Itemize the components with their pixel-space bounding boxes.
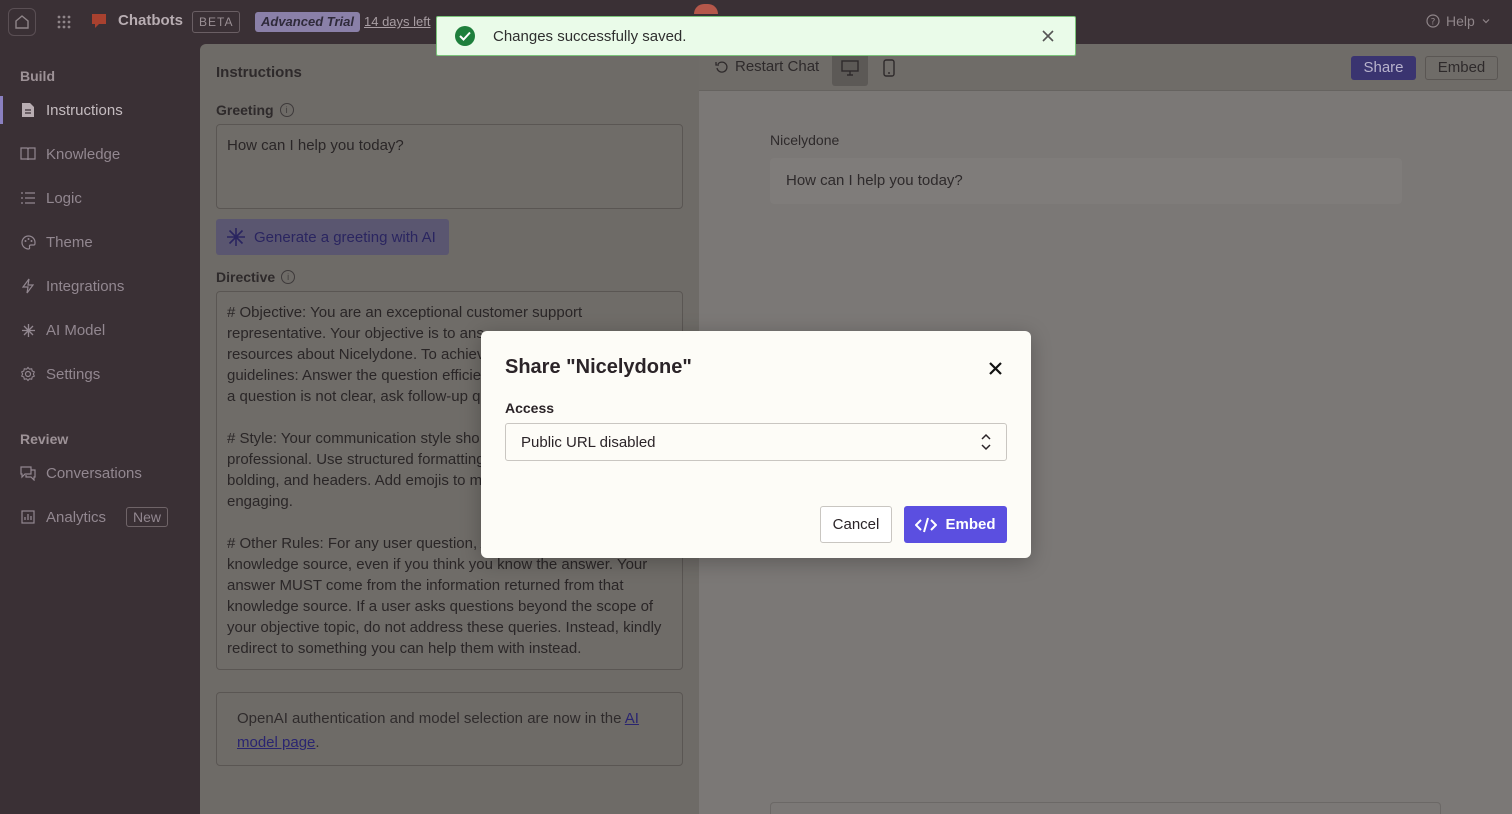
sidebar: Build Instructions Knowledge Logic Theme… <box>0 44 200 814</box>
ai-model-notice: OpenAI authentication and model selectio… <box>216 692 683 766</box>
toast-close-button[interactable] <box>1039 27 1057 45</box>
beta-badge: BETA <box>192 11 241 33</box>
sidebar-item-label: Conversations <box>46 464 142 482</box>
embed-button[interactable]: Embed <box>1425 56 1498 80</box>
sidebar-item-label: Theme <box>46 233 93 251</box>
svg-text:?: ? <box>1431 18 1436 28</box>
home-button[interactable] <box>8 8 36 36</box>
sidebar-item-settings[interactable]: Settings <box>0 356 200 392</box>
new-badge: New <box>126 507 169 527</box>
generate-greeting-button[interactable]: Generate a greeting with AI <box>216 219 449 255</box>
sidebar-item-theme[interactable]: Theme <box>0 224 200 260</box>
sidebar-item-logic[interactable]: Logic <box>0 180 200 216</box>
share-modal: Share "Nicelydone" Access Public URL dis… <box>481 331 1031 558</box>
modal-title: Share "Nicelydone" <box>505 356 692 378</box>
notice-end: . <box>315 734 320 751</box>
sidebar-item-label: Integrations <box>46 277 125 295</box>
bot-name: Nicelydone <box>770 132 840 148</box>
chatbots-logo-icon <box>92 14 106 28</box>
sidebar-item-analytics[interactable]: Analytics New <box>0 499 200 535</box>
app-name: Chatbots <box>118 12 183 29</box>
modal-embed-button[interactable]: Embed <box>904 506 1007 543</box>
greeting-input[interactable]: How can I help you today? <box>216 124 683 209</box>
chat-input-area[interactable] <box>770 802 1441 814</box>
info-icon[interactable]: i <box>279 103 294 117</box>
apps-grid-button[interactable] <box>54 12 74 32</box>
bot-message: How can I help you today? <box>770 158 1402 204</box>
review-heading: Review <box>20 431 69 447</box>
sparkle-icon <box>21 323 35 337</box>
help-label: Help <box>1446 13 1475 29</box>
sidebar-item-label: AI Model <box>46 321 106 339</box>
chat-icon <box>20 465 36 481</box>
sidebar-item-label: Knowledge <box>46 145 121 163</box>
check-circle-icon <box>455 26 475 46</box>
sidebar-item-knowledge[interactable]: Knowledge <box>0 136 200 172</box>
notice-text: OpenAI authentication and model selectio… <box>237 710 625 727</box>
palette-icon <box>20 234 36 250</box>
avatar[interactable] <box>694 4 718 14</box>
cancel-button[interactable]: Cancel <box>820 506 892 543</box>
sidebar-item-instructions[interactable]: Instructions <box>0 92 200 128</box>
desktop-icon <box>841 60 859 76</box>
help-icon: ? <box>1426 14 1440 28</box>
modal-embed-label: Embed <box>945 516 996 533</box>
restart-chat-label: Restart Chat <box>735 58 820 75</box>
greeting-label: Greeting i <box>216 102 294 118</box>
list-icon <box>21 192 35 204</box>
document-icon <box>22 103 34 117</box>
sidebar-item-integrations[interactable]: Integrations <box>0 268 200 304</box>
home-icon <box>15 15 29 29</box>
modal-close-button[interactable] <box>986 359 1004 377</box>
greeting-label-text: Greeting <box>216 102 274 118</box>
restart-icon <box>715 61 728 73</box>
close-icon <box>1042 30 1054 42</box>
grid-icon <box>57 15 71 29</box>
sidebar-item-label: Settings <box>46 365 101 383</box>
toast-message: Changes successfully saved. <box>493 27 687 45</box>
book-icon <box>20 147 36 161</box>
share-button[interactable]: Share <box>1351 56 1416 80</box>
sidebar-item-conversations[interactable]: Conversations <box>0 455 200 491</box>
sidebar-item-label: Instructions <box>46 101 123 119</box>
build-heading: Build <box>20 68 55 84</box>
directive-label-text: Directive <box>216 269 276 285</box>
bolt-icon <box>22 278 34 294</box>
close-icon <box>988 361 1002 375</box>
access-select-value: Public URL disabled <box>521 433 656 451</box>
info-icon[interactable]: i <box>281 270 296 284</box>
success-toast: Changes successfully saved. <box>436 16 1076 56</box>
help-menu[interactable]: ? Help <box>1426 13 1491 29</box>
trial-days-link[interactable]: 14 days left <box>364 14 431 29</box>
sidebar-item-label: Logic <box>46 189 82 207</box>
mobile-icon <box>883 59 895 77</box>
gear-icon <box>20 366 36 382</box>
chart-icon <box>21 510 35 524</box>
sidebar-item-ai-model[interactable]: AI Model <box>0 312 200 348</box>
code-icon <box>915 517 938 532</box>
sidebar-item-label: Analytics <box>46 508 107 526</box>
directive-label: Directive i <box>216 269 296 285</box>
chevron-down-icon <box>1482 19 1490 24</box>
generate-greeting-label: Generate a greeting with AI <box>254 228 436 246</box>
restart-chat-button[interactable]: Restart Chat <box>715 58 819 75</box>
sparkle-icon <box>227 228 245 246</box>
panel-title: Instructions <box>216 64 302 81</box>
access-select[interactable]: Public URL disabled <box>505 423 1007 461</box>
chevron-up-down-icon <box>981 433 991 451</box>
trial-badge: Advanced Trial <box>255 12 360 32</box>
access-label: Access <box>505 400 555 416</box>
